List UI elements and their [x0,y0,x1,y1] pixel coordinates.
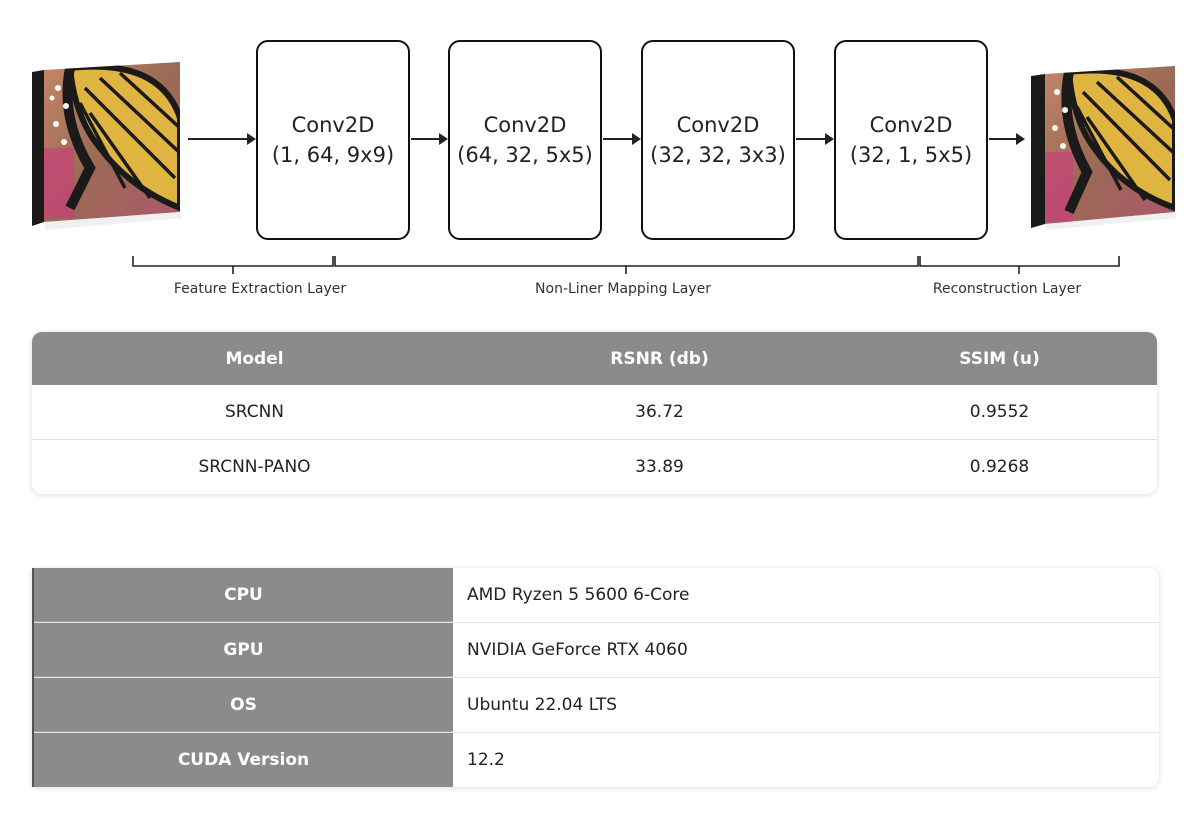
stage-brackets [132,256,1120,274]
conv-layer-title: Conv2D [291,113,375,137]
table-row: SRCNN 36.72 0.9552 [32,385,1157,439]
butterfly-output-icon [1031,66,1177,230]
spec-value-cpu: AMD Ryzen 5 5600 6-Core [467,585,690,605]
spec-key-os: OS [34,678,453,732]
spec-value-cuda-version: 12.2 [467,750,505,770]
spec-key-cpu: CPU [34,568,453,622]
model-cell: SRCNN-PANO [198,457,311,477]
arrow-icon [411,133,448,145]
conv-layer-4: Conv2D (32, 1, 5x5) [834,40,988,240]
spec-value-gpu: NVIDIA GeForce RTX 4060 [467,640,688,660]
conv-layer-1: Conv2D (1, 64, 9x9) [256,40,410,240]
conv-layer-params: (64, 32, 5x5) [457,143,593,167]
conv-layer-title: Conv2D [869,113,953,137]
spec-value-os: Ubuntu 22.04 LTS [467,695,618,715]
table-row: SRCNN-PANO 33.89 0.9268 [32,439,1157,494]
table-row: CPU AMD Ryzen 5 5600 6-Core [34,568,1159,622]
stage-label-feature-extraction: Feature Extraction Layer [173,281,347,297]
table-row: GPU NVIDIA GeForce RTX 4060 [34,622,1159,677]
table-row: OS Ubuntu 22.04 LTS [34,677,1159,732]
srcnn-architecture-diagram: Conv2D (1, 64, 9x9) Conv2D (64, 32, 5x5)… [0,0,1200,310]
bracket-reconstruction [919,256,1120,267]
system-specs-table: CPU AMD Ryzen 5 5600 6-Core GPU NVIDIA G… [32,568,1159,787]
stage-label-reconstruction: Reconstruction Layer [932,281,1082,297]
stage-label-non-linear-mapping: Non-Liner Mapping Layer [535,281,711,297]
conv-layer-params: (32, 1, 5x5) [849,143,973,167]
column-header-rsnr: RSNR (db) [610,348,709,369]
arrow-icon [989,133,1025,145]
rsnr-cell: 33.89 [635,457,684,477]
bracket-feature-extraction [132,256,334,267]
arrow-icon [188,133,256,145]
butterfly-input-icon [32,62,182,230]
conv-layer-3: Conv2D (32, 32, 3x3) [641,40,795,240]
output-image [1025,62,1185,237]
spec-key-cuda-version: CUDA Version [34,733,453,787]
column-header-ssim: SSIM (u) [959,348,1040,369]
arrow-icon [603,133,641,145]
input-image [30,58,190,238]
conv-layer-params: (1, 64, 9x9) [271,143,395,167]
arrow-icon [796,133,834,145]
spec-key-gpu: GPU [34,623,453,677]
results-table-header: Model RSNR (db) SSIM (u) [32,332,1157,385]
results-table: Model RSNR (db) SSIM (u) SRCNN 36.72 0.9… [32,332,1157,494]
bracket-non-linear-mapping [334,256,919,267]
ssim-cell: 0.9552 [969,402,1030,422]
model-cell: SRCNN [224,402,285,422]
column-header-model: Model [225,348,284,369]
rsnr-cell: 36.72 [635,402,684,422]
conv-layer-title: Conv2D [483,113,567,137]
conv-layer-params: (32, 32, 3x3) [650,143,786,167]
conv-layer-2: Conv2D (64, 32, 5x5) [448,40,602,240]
ssim-cell: 0.9268 [969,457,1030,477]
conv-layer-title: Conv2D [676,113,760,137]
table-row: CUDA Version 12.2 [34,732,1159,787]
